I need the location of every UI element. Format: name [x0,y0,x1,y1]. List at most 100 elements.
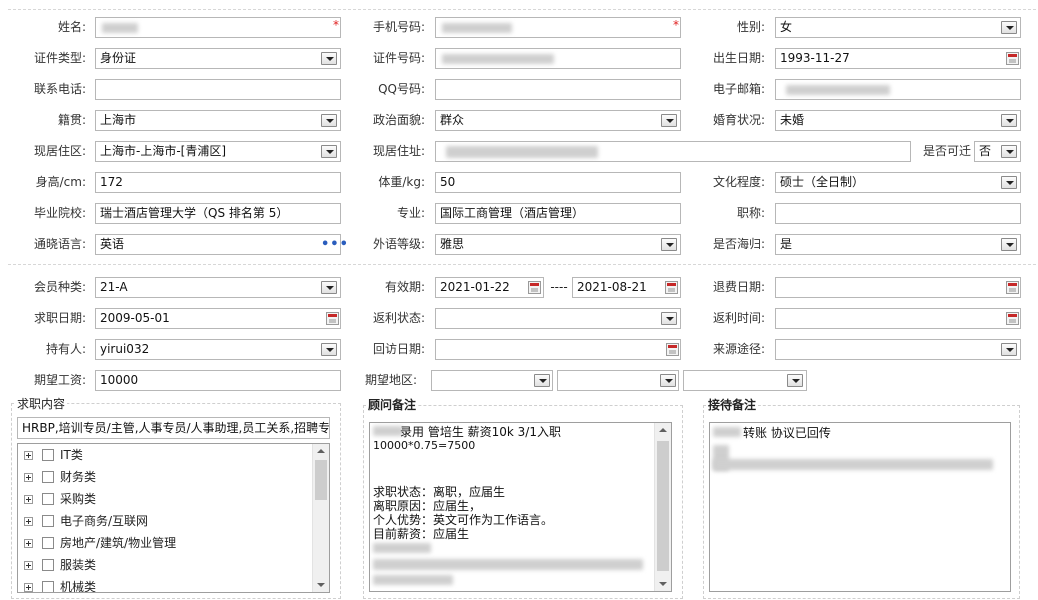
expected-region-province-arrow-icon[interactable] [534,374,550,387]
category-checkbox[interactable] [42,559,54,571]
expected-region-city-arrow-icon[interactable] [660,374,676,387]
tree-item-finance[interactable]: 财务类 [18,466,308,488]
source-select[interactable] [775,339,1021,360]
rebate-status-select[interactable] [435,308,681,329]
language-input[interactable]: 英语 [95,234,341,255]
scroll-down-icon[interactable] [659,582,667,586]
phone-input[interactable] [95,79,341,100]
expand-plus-icon[interactable] [24,517,33,526]
expected-region-label: 期望地区: [365,373,418,387]
email-input[interactable] [775,79,1021,100]
category-checkbox[interactable] [42,581,54,592]
mobile-input[interactable] [435,17,681,38]
validity-start-calendar-icon[interactable] [528,281,541,294]
member-type-label: 会员种类: [33,280,86,294]
holder-select[interactable]: yirui032 [95,339,341,360]
rebate-status-dropdown-arrow-icon[interactable] [661,312,677,325]
gender-select[interactable]: 女 [775,17,1021,38]
language-more-icon[interactable]: ••• [321,238,349,251]
source-label: 来源途径: [712,342,765,356]
expand-plus-icon[interactable] [24,473,33,482]
job-content-summary-input[interactable]: HRBP,培训专员/主管,人事专员/人事助理,员工关系,招聘专 [17,417,330,439]
tree-item-apparel[interactable]: 服装类 [18,554,308,576]
education-dropdown-arrow-icon[interactable] [1001,176,1017,189]
member-type-select[interactable]: 21-A [95,277,341,298]
tree-item-machinery[interactable]: 机械类 [18,576,308,592]
visit-date-calendar-icon[interactable] [666,343,679,356]
weight-input[interactable]: 50 [435,172,681,193]
id-type-dropdown-arrow-icon[interactable] [321,52,337,65]
marital-status-select[interactable]: 未婚 [775,110,1021,131]
category-checkbox[interactable] [42,471,54,483]
scroll-down-icon[interactable] [317,583,325,587]
expected-region-district-arrow-icon[interactable] [787,374,803,387]
email-label: 电子邮箱: [712,82,765,96]
tree-item-it[interactable]: IT类 [18,444,308,466]
expand-plus-icon[interactable] [24,561,33,570]
language-level-dropdown-arrow-icon[interactable] [661,238,677,251]
source-dropdown-arrow-icon[interactable] [1001,343,1017,356]
advisor-notes-textarea[interactable]: 录用 管培生 薪资10k 3/1入职 10000*0.75=7500 求职状态：… [369,422,672,592]
holder-dropdown-arrow-icon[interactable] [321,343,337,356]
relocatable-dropdown-arrow-icon[interactable] [1001,145,1017,158]
id-number-input[interactable] [435,48,681,69]
category-checkbox[interactable] [42,537,54,549]
advisor-notes-redacted-line [373,575,453,585]
member-type-dropdown-arrow-icon[interactable] [321,281,337,294]
scroll-thumb[interactable] [657,441,669,571]
language-level-select[interactable]: 雅思 [435,234,681,255]
native-place-dropdown-arrow-icon[interactable] [321,114,337,127]
validity-end-calendar-icon[interactable] [665,281,678,294]
height-input[interactable]: 172 [95,172,341,193]
rebate-time-calendar-icon[interactable] [1006,312,1019,325]
reception-notes-textarea[interactable]: 转账 协议已回传 [709,422,1011,592]
scroll-up-icon[interactable] [317,449,325,453]
advisor-note-line: 个人优势：英文可作为工作语言。 [373,513,554,527]
expand-plus-icon[interactable] [24,495,33,504]
id-type-select[interactable]: 身份证 [95,48,341,69]
scroll-up-icon[interactable] [659,428,667,432]
school-input[interactable]: 瑞士酒店管理大学（QS 排名第 5） [95,203,341,224]
rebate-time-input[interactable] [775,308,1021,329]
political-status-select[interactable]: 群众 [435,110,681,131]
education-select[interactable]: 硕士（全日制） [775,172,1021,193]
category-checkbox[interactable] [42,493,54,505]
residence-area-dropdown-arrow-icon[interactable] [321,145,337,158]
expected-salary-input[interactable]: 10000 [95,370,341,391]
native-place-select[interactable]: 上海市 [95,110,341,131]
expand-plus-icon[interactable] [24,451,33,460]
job-category-tree[interactable]: IT类 财务类 采购类 电子商务/互联网 房地产/建筑/物业管理 服装类 机械类 [17,443,330,593]
advisor-notes-redacted-line [373,543,431,553]
name-input[interactable] [95,17,341,38]
political-status-dropdown-arrow-icon[interactable] [661,114,677,127]
residence-address-input[interactable] [435,141,911,162]
top-divider [8,9,1036,10]
tree-scrollbar[interactable] [312,444,329,592]
visit-date-input[interactable] [435,339,681,360]
qq-input[interactable] [435,79,681,100]
marital-status-dropdown-arrow-icon[interactable] [1001,114,1017,127]
scroll-thumb[interactable] [315,460,327,500]
qq-label: QQ号码: [378,82,425,96]
expand-plus-icon[interactable] [24,583,33,592]
overseas-dropdown-arrow-icon[interactable] [1001,238,1017,251]
name-label: 姓名: [57,20,86,34]
tree-item-ecommerce[interactable]: 电子商务/互联网 [18,510,308,532]
apply-date-input[interactable]: 2009-05-01 [95,308,341,329]
apply-date-calendar-icon[interactable] [326,312,339,325]
birth-date-calendar-icon[interactable] [1006,52,1019,65]
refund-date-input[interactable] [775,277,1021,298]
category-checkbox[interactable] [42,515,54,527]
gender-dropdown-arrow-icon[interactable] [1001,21,1017,34]
residence-area-select[interactable]: 上海市-上海市-[青浦区] [95,141,341,162]
overseas-select[interactable]: 是 [775,234,1021,255]
title-input[interactable] [775,203,1021,224]
expand-plus-icon[interactable] [24,539,33,548]
refund-date-calendar-icon[interactable] [1006,281,1019,294]
category-checkbox[interactable] [42,449,54,461]
advisor-notes-scrollbar[interactable] [654,423,671,591]
tree-item-real-estate[interactable]: 房地产/建筑/物业管理 [18,532,308,554]
tree-item-purchasing[interactable]: 采购类 [18,488,308,510]
major-input[interactable]: 国际工商管理（酒店管理） [435,203,681,224]
birth-date-input[interactable]: 1993-11-27 [775,48,1021,69]
